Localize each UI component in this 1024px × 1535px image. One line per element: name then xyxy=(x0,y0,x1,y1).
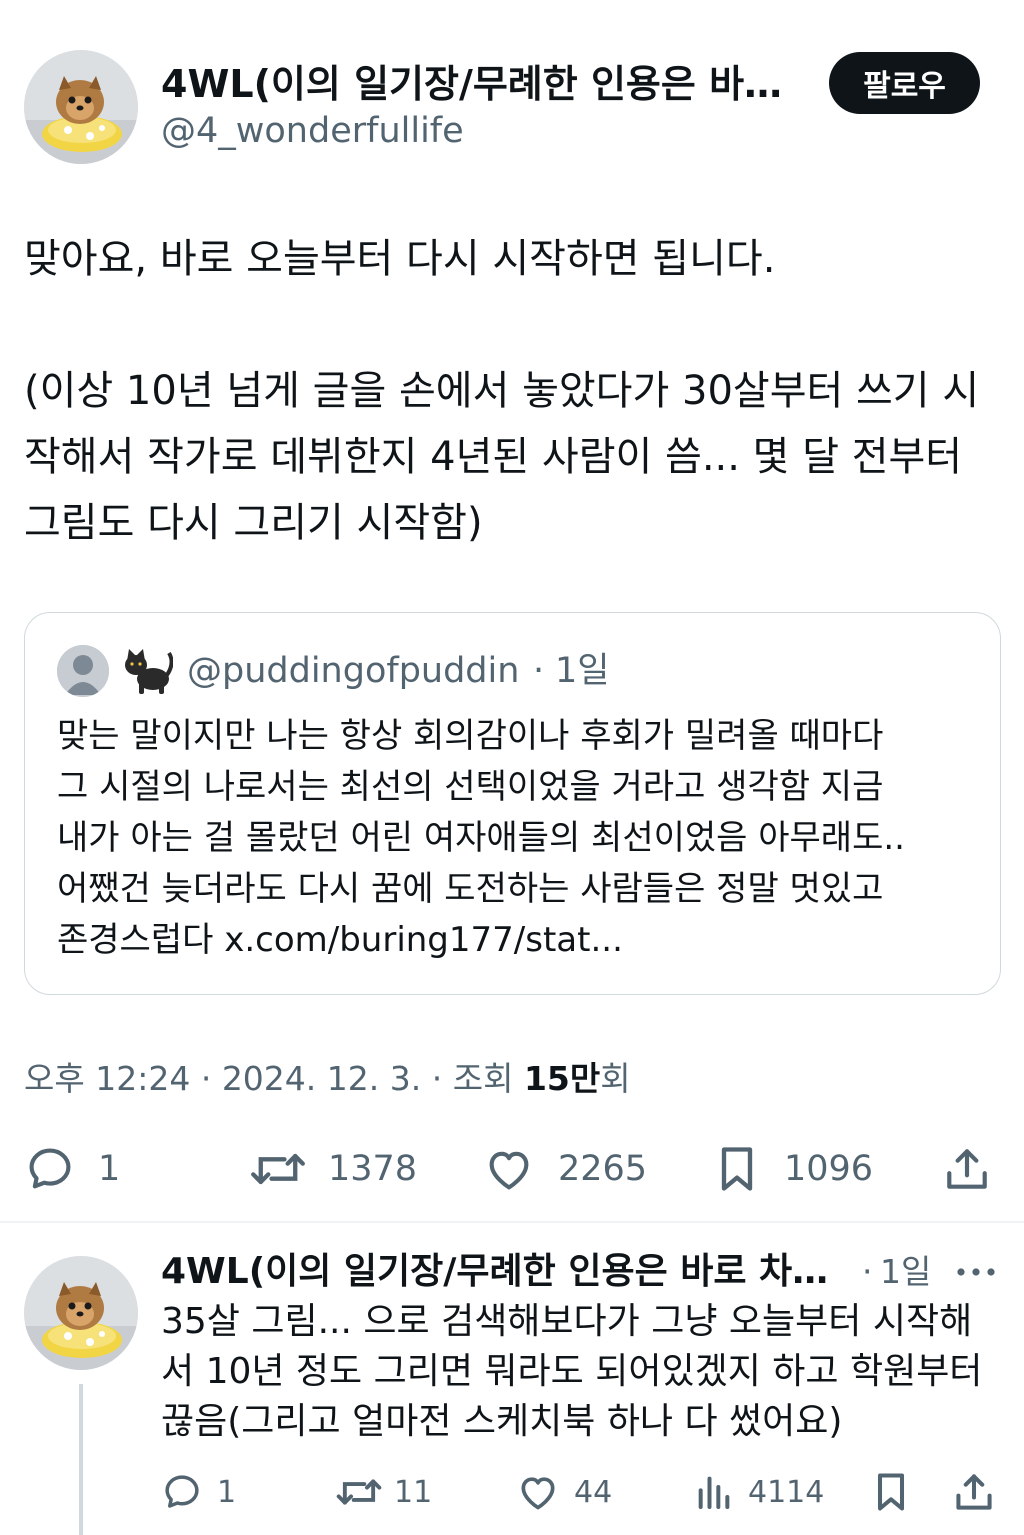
retweet-icon xyxy=(251,1153,305,1185)
heart-icon xyxy=(521,1477,555,1510)
reply-views-count: 4114 xyxy=(748,1474,825,1510)
reply-count: 1 xyxy=(98,1149,121,1189)
reply-button[interactable]: 1 xyxy=(24,1143,120,1195)
pomeranian-avatar-icon xyxy=(24,50,138,164)
quoted-time[interactable]: 1일 xyxy=(555,647,609,695)
reply-bookmark-button[interactable] xyxy=(872,1470,910,1514)
share-icon xyxy=(956,1474,992,1510)
tweet-time[interactable]: 오후 12:24 xyxy=(24,1059,190,1098)
share-button[interactable] xyxy=(942,1143,992,1195)
author-display-name[interactable]: 4WL(이의 일기장/무례한 인용은 바로... xyxy=(161,60,801,108)
author-avatar[interactable] xyxy=(24,50,138,164)
quoted-dot: · xyxy=(533,651,545,691)
follow-button[interactable]: 팔로우 xyxy=(829,52,980,114)
more-options-button[interactable] xyxy=(954,1262,998,1282)
more-dots-icon xyxy=(957,1268,995,1276)
tweet-text: 맞아요, 바로 오늘부터 다시 시작하면 됩니다. (이상 10년 넘게 글을 … xyxy=(24,236,980,546)
retweet-button[interactable]: 1378 xyxy=(250,1143,417,1195)
views-suffix: 회 xyxy=(600,1059,631,1098)
tweet-date[interactable]: 2024. 12. 3. xyxy=(222,1059,421,1098)
reply-like-button[interactable]: 44 xyxy=(516,1470,612,1514)
meta-separator: · xyxy=(200,1059,212,1098)
tweet-meta: 오후 12:24 · 2024. 12. 3. · 조회 15만회 xyxy=(24,1056,631,1102)
bookmark-count: 1096 xyxy=(784,1149,874,1189)
like-button[interactable]: 2265 xyxy=(482,1143,647,1195)
reply-icon xyxy=(29,1148,71,1189)
bookmark-icon xyxy=(721,1147,753,1191)
bookmark-icon xyxy=(877,1473,905,1511)
quoted-author-avatar[interactable] xyxy=(57,645,109,697)
reply-time[interactable]: 1일 xyxy=(880,1248,931,1296)
default-user-icon xyxy=(57,645,109,697)
reply-share-button[interactable] xyxy=(952,1470,996,1514)
divider xyxy=(0,1221,1024,1223)
thread-line xyxy=(79,1384,83,1535)
reply-dot: · xyxy=(862,1252,873,1291)
bookmark-button[interactable]: 1096 xyxy=(714,1143,873,1195)
retweet-count: 1378 xyxy=(328,1149,418,1189)
like-count: 2265 xyxy=(558,1149,648,1189)
reply-author-name[interactable]: 4WL(이의 일기장/무례한 인용은 바로 차단... xyxy=(161,1248,861,1296)
retweet-icon xyxy=(336,1479,382,1505)
meta-separator: · xyxy=(431,1059,443,1098)
views-number: 15만 xyxy=(523,1059,601,1098)
views-chart-icon xyxy=(698,1476,730,1509)
heart-icon xyxy=(489,1151,529,1190)
quoted-text: 맞는 말이지만 나는 항상 회의감이나 후회가 밀려올 때마다 그 시절의 나로… xyxy=(57,716,905,960)
author-handle[interactable]: @4_wonderfullife xyxy=(161,108,464,154)
reply-retweet-count: 11 xyxy=(394,1474,433,1510)
reply-reply-count: 1 xyxy=(217,1474,237,1510)
reply-retweet-button[interactable]: 11 xyxy=(336,1470,432,1514)
black-cat-icon xyxy=(125,649,174,694)
reply-author-avatar[interactable] xyxy=(24,1256,138,1370)
reply-icon xyxy=(165,1475,199,1508)
reply-text: 35살 그림... 으로 검색해보다가 그냥 오늘부터 시작해 서 10년 정도… xyxy=(161,1301,983,1442)
reply-reply-button[interactable]: 1 xyxy=(161,1470,236,1514)
reply-like-count: 44 xyxy=(574,1474,613,1510)
reply-views-button[interactable]: 4114 xyxy=(694,1470,824,1514)
views-label: 조회 xyxy=(452,1059,514,1098)
quoted-handle[interactable]: @puddingofpuddin xyxy=(187,647,519,695)
quoted-tweet-card[interactable]: @puddingofpuddin · 1일 맞는 말이지만 나는 항상 회의감이… xyxy=(24,612,1001,995)
cat-emoji xyxy=(121,645,174,695)
share-icon xyxy=(947,1149,987,1189)
pomeranian-avatar-icon xyxy=(24,1256,138,1370)
